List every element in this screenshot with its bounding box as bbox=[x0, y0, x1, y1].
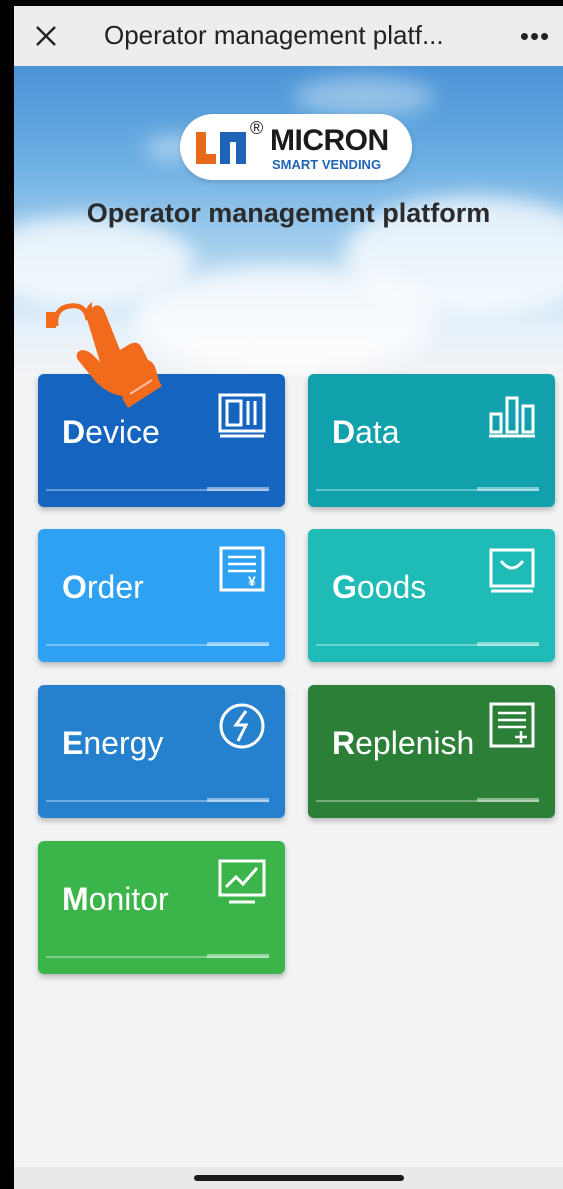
tile-divider-accent bbox=[477, 798, 539, 802]
monitor-tile[interactable]: Monitor bbox=[38, 841, 285, 974]
brand-subtitle: SMART VENDING bbox=[272, 157, 382, 172]
home-indicator[interactable] bbox=[194, 1175, 404, 1181]
replenish-list-icon bbox=[489, 702, 535, 748]
app-screen: Operator management platf... ••• ® MICRO… bbox=[14, 6, 563, 1189]
cloud-shape bbox=[294, 76, 434, 116]
brand-name: MICRON bbox=[270, 124, 389, 157]
tile-label: Monitor bbox=[62, 881, 169, 917]
close-button[interactable] bbox=[26, 16, 66, 56]
more-options-button[interactable]: ••• bbox=[515, 18, 555, 54]
tile-label: Order bbox=[62, 569, 144, 605]
tile-divider-accent bbox=[207, 954, 269, 958]
svg-text:¥: ¥ bbox=[248, 573, 256, 589]
tile-divider-accent bbox=[207, 642, 269, 646]
tile-divider-accent bbox=[207, 798, 269, 802]
bag-icon bbox=[489, 548, 535, 593]
order-tile[interactable]: Order ¥ bbox=[38, 529, 285, 662]
energy-icon bbox=[219, 703, 265, 749]
tile-label: Data bbox=[332, 414, 400, 450]
data-tile[interactable]: Data bbox=[308, 374, 555, 507]
device-panel-icon bbox=[218, 393, 266, 438]
platform-title: Operator management platform bbox=[86, 198, 491, 228]
energy-tile[interactable]: Energy bbox=[38, 685, 285, 818]
tile-divider-accent bbox=[477, 487, 539, 491]
pointing-hand-icon bbox=[46, 302, 162, 408]
receipt-icon: ¥ bbox=[219, 546, 265, 592]
top-bar: Operator management platf... ••• bbox=[14, 6, 563, 66]
micron-logo-icon bbox=[196, 132, 246, 164]
replenish-tile[interactable]: Replenish bbox=[308, 685, 555, 818]
tile-divider-accent bbox=[477, 642, 539, 646]
page-title: Operator management platf... bbox=[104, 20, 444, 50]
close-icon bbox=[36, 26, 56, 46]
tile-label: Energy bbox=[62, 725, 164, 761]
registered-mark: ® bbox=[250, 118, 264, 138]
tile-label: Goods bbox=[332, 569, 427, 605]
monitor-chart-icon bbox=[218, 859, 266, 904]
brand-logo: ® MICRON SMART VENDING bbox=[180, 114, 412, 180]
tile-divider-accent bbox=[207, 487, 269, 491]
goods-tile[interactable]: Goods bbox=[308, 529, 555, 662]
tile-label: Replenish bbox=[332, 725, 475, 761]
bar-chart-icon bbox=[489, 396, 535, 438]
